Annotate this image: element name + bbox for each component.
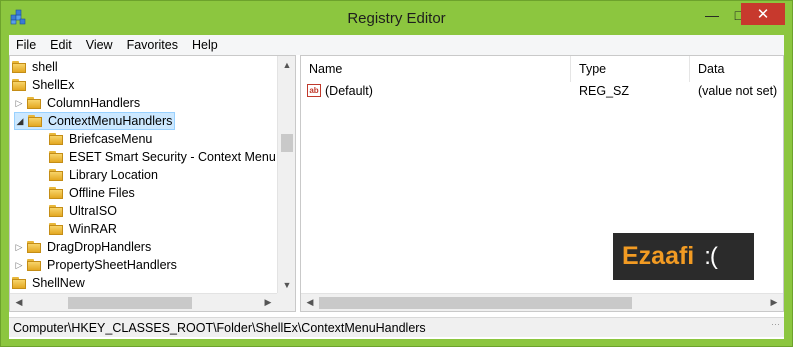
resize-grip-icon[interactable]: ⋯ [771,314,780,334]
scroll-right-icon[interactable]: ▶ [259,294,277,311]
menu-edit[interactable]: Edit [43,35,79,55]
column-header-data[interactable]: Data [690,56,783,82]
minimize-button[interactable]: — [698,3,726,27]
title-bar[interactable]: Registry Editor — □ ✕ [1,1,792,35]
list-horizontal-scrollbar[interactable]: ◀ ▶ [301,293,783,311]
status-bar: Computer\HKEY_CLASSES_ROOT\Folder\ShellE… [9,317,784,337]
tree-item[interactable]: WinRAR [36,220,117,238]
registry-editor-window: Registry Editor — □ ✕ File Edit View Fav… [0,0,793,347]
tree-item-label: ColumnHandlers [47,96,141,110]
folder-icon [49,223,65,235]
folder-icon [12,79,28,91]
tree-item[interactable]: ESET Smart Security - Context Menu Sh [36,148,295,166]
column-header-name[interactable]: Name [301,56,571,82]
tree-item-label: DragDropHandlers [47,240,152,254]
folder-icon [28,115,44,127]
tree-item-label: ShellNew [32,276,85,290]
folder-icon [27,259,43,271]
scroll-down-icon[interactable]: ▼ [278,276,295,293]
ezaafi-watermark: Ezaafi :( [613,233,754,280]
tree-item[interactable]: UltraISO [36,202,117,220]
tree-item-label: ShellEx [32,78,75,92]
folder-icon [12,277,28,289]
folder-icon [49,187,65,199]
tree-item-label: ContextMenuHandlers [48,114,173,128]
tree-item[interactable]: ▷ ColumnHandlers [14,94,141,112]
tree-item[interactable]: ▷ DragDropHandlers [14,238,152,256]
scroll-left-icon[interactable]: ◀ [301,294,319,311]
watermark-text: Ezaafi [622,242,695,270]
folder-icon [49,151,65,163]
tree-item[interactable]: ◢ ContextMenuHandlers [14,112,176,130]
scroll-right-icon[interactable]: ▶ [765,294,783,311]
tree-item-label: shell [32,60,58,74]
folder-icon [49,205,65,217]
folder-icon [27,97,43,109]
tree-item[interactable]: BriefcaseMenu [36,130,152,148]
folder-icon [27,241,43,253]
tree-item[interactable]: ShellNew [12,274,85,292]
tree-vertical-scrollbar[interactable]: ▲ ▼ [277,56,295,293]
menu-favorites[interactable]: Favorites [120,35,185,55]
sad-face-icon: :( [704,242,718,270]
tree-item[interactable]: shell [12,58,58,76]
menu-file[interactable]: File [9,35,43,55]
scroll-left-icon[interactable]: ◀ [10,294,28,311]
scroll-up-icon[interactable]: ▲ [278,56,295,73]
registry-key-tree[interactable]: shell ShellEx ▷ ColumnHandlers ◢ ContextMenuH… [9,55,296,312]
client-area: File Edit View Favorites Help shell Shell… [9,35,784,339]
menu-help[interactable]: Help [185,35,225,55]
close-button[interactable]: ✕ [741,3,785,25]
expanded-arrow-icon[interactable]: ◢ [15,116,25,127]
tree-item-label: BriefcaseMenu [69,132,153,146]
tree-hscroll-thumb[interactable] [68,297,192,309]
tree-item-label: PropertySheetHandlers [47,258,177,272]
string-value-icon: ab [307,84,321,97]
tree-item-label: WinRAR [69,222,117,236]
folder-icon [49,133,65,145]
collapsed-arrow-icon[interactable]: ▷ [14,242,24,253]
tree-horizontal-scrollbar[interactable]: ◀ ▶ [10,293,277,311]
list-hscroll-thumb[interactable] [319,297,632,309]
tree-item-label: Library Location [69,168,158,182]
tree-item-label: UltraISO [69,204,117,218]
value-type: REG_SZ [579,84,630,98]
scroll-corner [277,293,295,311]
tree-item[interactable]: ▷ PropertySheetHandlers [14,256,177,274]
window-title: Registry Editor [347,10,446,27]
value-row[interactable]: ab (Default) REG_SZ (value not set) [301,82,783,100]
current-key-path: Computer\HKEY_CLASSES_ROOT\Folder\ShellE… [13,321,426,335]
column-header-type[interactable]: Type [571,56,690,82]
tree-item-label: ESET Smart Security - Context Menu Sh [69,150,295,164]
menu-view[interactable]: View [79,35,120,55]
tree-vscroll-thumb[interactable] [281,134,293,152]
menu-bar: File Edit View Favorites Help [9,35,784,55]
tree-item[interactable]: ShellEx [12,76,74,94]
close-icon: ✕ [756,6,770,23]
value-data: (value not set) [698,84,778,98]
tree-item-label: Offline Files [69,186,135,200]
value-name: (Default) [325,84,373,98]
tree-item[interactable]: Library Location [36,166,158,184]
collapsed-arrow-icon[interactable]: ▷ [14,98,24,109]
tree-item[interactable]: Offline Files [36,184,135,202]
folder-icon [12,61,28,73]
minimize-icon: — [705,7,719,23]
collapsed-arrow-icon[interactable]: ▷ [14,260,24,271]
folder-icon [49,169,65,181]
